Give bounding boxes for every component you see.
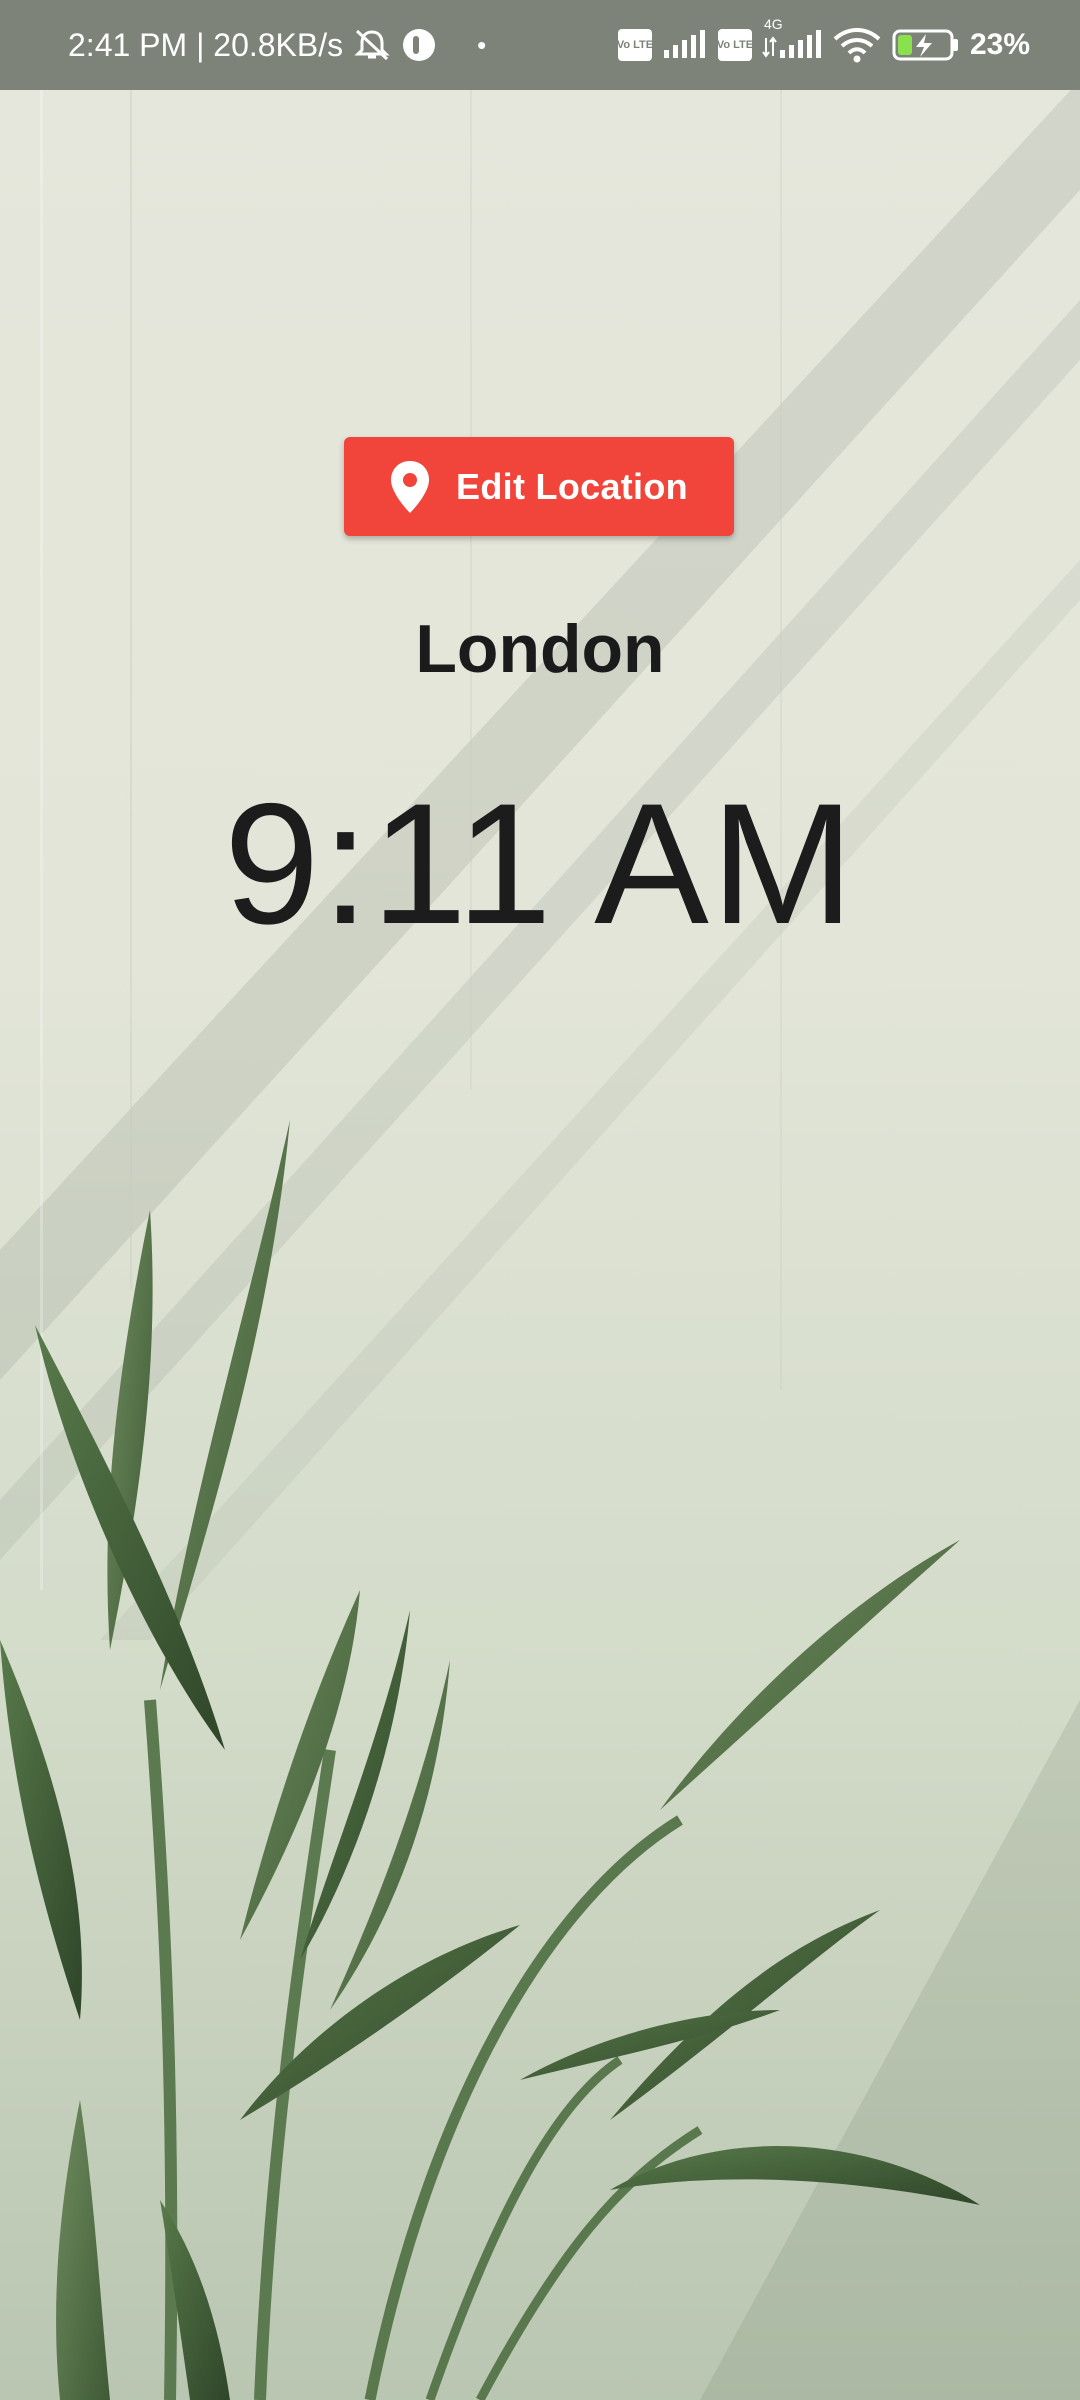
network-type-label: 4G — [763, 16, 783, 32]
wifi-icon — [832, 27, 882, 63]
edit-location-button[interactable]: Edit Location — [344, 437, 734, 536]
location-name: London — [415, 611, 665, 687]
battery-charging-icon — [892, 28, 960, 62]
battery-percentage: 23% — [969, 28, 1030, 61]
location-pin-icon — [390, 460, 430, 514]
status-time-speed: 2:41 PM | 20.8KB/s — [68, 26, 344, 63]
local-time: 9:11 AM — [223, 768, 857, 960]
mute-icon — [353, 28, 391, 62]
app-notification-icon — [401, 27, 437, 63]
volte-icon-2: Vo LTE — [717, 29, 753, 61]
app-screen: 2:41 PM | 20.8KB/s • Vo LTE Vo LTE 4G 23… — [0, 0, 1080, 2400]
background-wallpaper — [0, 80, 1080, 2400]
signal-icon — [662, 30, 708, 60]
edit-location-label: Edit Location — [456, 465, 688, 507]
status-bar: 2:41 PM | 20.8KB/s • Vo LTE Vo LTE 4G 23… — [0, 0, 1080, 90]
status-dot: • — [477, 29, 487, 60]
volte-icon: Vo LTE — [617, 29, 653, 61]
signal-4g-icon: 4G — [762, 16, 822, 60]
